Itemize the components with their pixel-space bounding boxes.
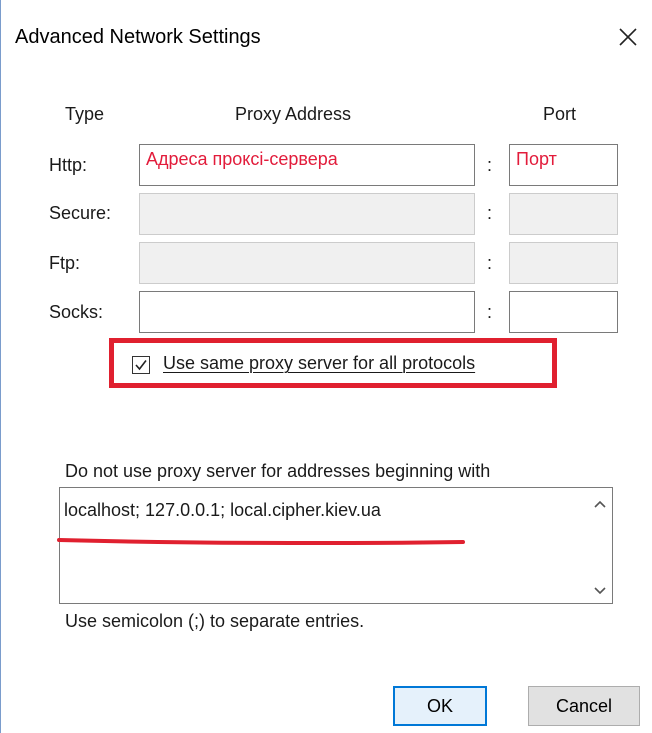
exceptions-scrollbar[interactable] — [588, 488, 612, 603]
ftp-separator: : — [487, 253, 493, 273]
annotation-underline — [57, 530, 465, 546]
dialog-title: Advanced Network Settings — [15, 26, 261, 48]
socks-port-field[interactable] — [509, 291, 618, 333]
exceptions-value[interactable]: localhost; 127.0.0.1; local.cipher.kiev.… — [64, 500, 381, 521]
ftp-port-field[interactable] — [509, 242, 618, 284]
type-column-header: Type — [65, 104, 105, 124]
ftp-address-field[interactable] — [139, 242, 475, 284]
cancel-button[interactable]: Cancel — [528, 686, 640, 726]
exceptions-label: Do not use proxy server for addresses be… — [65, 461, 491, 481]
ok-button[interactable]: OK — [393, 686, 487, 726]
http-separator: : — [487, 155, 493, 175]
close-icon[interactable] — [615, 24, 641, 50]
secure-port-field[interactable] — [509, 193, 618, 235]
http-label: Http: — [49, 155, 88, 175]
socks-address-field[interactable] — [139, 291, 475, 333]
socks-label: Socks: — [49, 302, 104, 322]
scroll-down-icon[interactable] — [588, 577, 612, 603]
http-address-field[interactable]: Адреса проксі-сервера — [139, 144, 475, 186]
proxy-address-column-header: Proxy Address — [235, 104, 352, 124]
ftp-label: Ftp: — [49, 253, 81, 273]
scroll-up-icon[interactable] — [588, 492, 612, 518]
same-proxy-label[interactable]: Use same proxy server for all protocols — [163, 353, 475, 374]
secure-address-field[interactable] — [139, 193, 475, 235]
checkmark-icon — [135, 360, 147, 371]
port-column-header: Port — [543, 104, 577, 124]
socks-separator: : — [487, 302, 493, 322]
secure-separator: : — [487, 203, 493, 223]
exceptions-hint: Use semicolon (;) to separate entries. — [65, 611, 365, 631]
secure-label: Secure: — [49, 203, 112, 223]
same-proxy-checkbox[interactable] — [132, 356, 150, 374]
http-port-field[interactable]: Порт — [509, 144, 618, 186]
advanced-network-settings-dialog: Advanced Network Settings Type Proxy Add… — [0, 0, 652, 733]
